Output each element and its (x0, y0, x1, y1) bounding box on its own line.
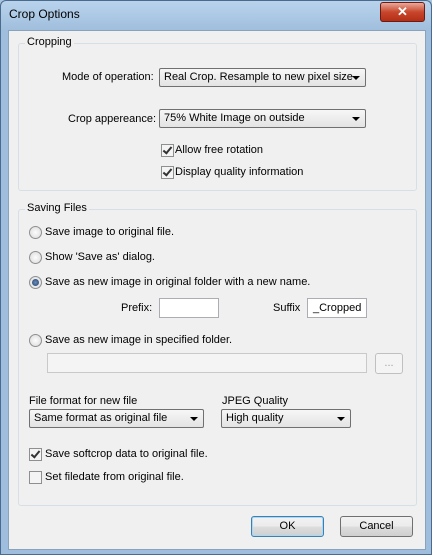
radio-save-new-name-label[interactable]: Save as new image in original folder wit… (45, 276, 310, 288)
suffix-label: Suffix (273, 302, 301, 314)
appearance-label: Crop appereance: (68, 113, 157, 125)
format-dropdown[interactable]: Same format as original file (29, 409, 204, 428)
jpeg-quality-value: High quality (226, 412, 284, 424)
folder-path-input[interactable] (47, 353, 367, 373)
set-filedate-checkbox[interactable] (29, 471, 42, 484)
save-softcrop-label[interactable]: Save softcrop data to original file. (45, 448, 208, 460)
chevron-down-icon (337, 417, 345, 421)
window-title: Crop Options (9, 7, 80, 21)
allow-rotation-checkbox[interactable] (161, 144, 174, 157)
radio-save-as-dialog-label[interactable]: Show 'Save as' dialog. (45, 251, 155, 263)
set-filedate-label[interactable]: Set filedate from original file. (45, 471, 184, 483)
chevron-down-icon (190, 417, 198, 421)
cropping-group-title: Cropping (25, 36, 74, 48)
radio-save-as-dialog[interactable] (29, 251, 42, 264)
appearance-value: 75% White Image on outside (164, 112, 305, 124)
browse-folder-button[interactable]: ... (375, 353, 403, 374)
save-softcrop-checkbox[interactable] (29, 448, 42, 461)
jpeg-quality-label: JPEG Quality (222, 395, 289, 407)
saving-group-title: Saving Files (25, 202, 89, 214)
close-button[interactable]: ✕ (380, 2, 425, 22)
chevron-down-icon (352, 117, 360, 121)
title-bar[interactable]: Crop Options ✕ (1, 1, 431, 29)
mode-label: Mode of operation: (62, 71, 154, 83)
ok-button[interactable]: OK (251, 516, 324, 537)
radio-save-specified-folder[interactable] (29, 334, 42, 347)
quality-info-label[interactable]: Display quality information (175, 166, 303, 178)
prefix-label: Prefix: (121, 302, 153, 314)
cancel-button[interactable]: Cancel (340, 516, 413, 537)
jpeg-quality-dropdown[interactable]: High quality (221, 409, 351, 428)
radio-save-new-name[interactable] (29, 276, 42, 289)
mode-dropdown[interactable]: Real Crop. Resample to new pixel size (159, 68, 366, 87)
mode-value: Real Crop. Resample to new pixel size (164, 71, 353, 83)
radio-save-specified-folder-label[interactable]: Save as new image in specified folder. (45, 334, 232, 346)
quality-info-checkbox[interactable] (161, 166, 174, 179)
prefix-input[interactable] (159, 298, 219, 318)
dialog-content: Cropping Mode of operation: Real Crop. R… (8, 30, 426, 550)
radio-save-original[interactable] (29, 226, 42, 239)
radio-save-original-label[interactable]: Save image to original file. (45, 226, 174, 238)
appearance-dropdown[interactable]: 75% White Image on outside (159, 109, 366, 128)
format-label: File format for new file (29, 395, 138, 407)
close-icon: ✕ (397, 4, 408, 19)
suffix-input[interactable]: _Cropped (307, 298, 367, 318)
allow-rotation-label[interactable]: Allow free rotation (175, 144, 263, 156)
crop-options-dialog: Crop Options ✕ Cropping Mode of operatio… (0, 0, 432, 555)
format-value: Same format as original file (34, 412, 168, 424)
chevron-down-icon (352, 76, 360, 80)
